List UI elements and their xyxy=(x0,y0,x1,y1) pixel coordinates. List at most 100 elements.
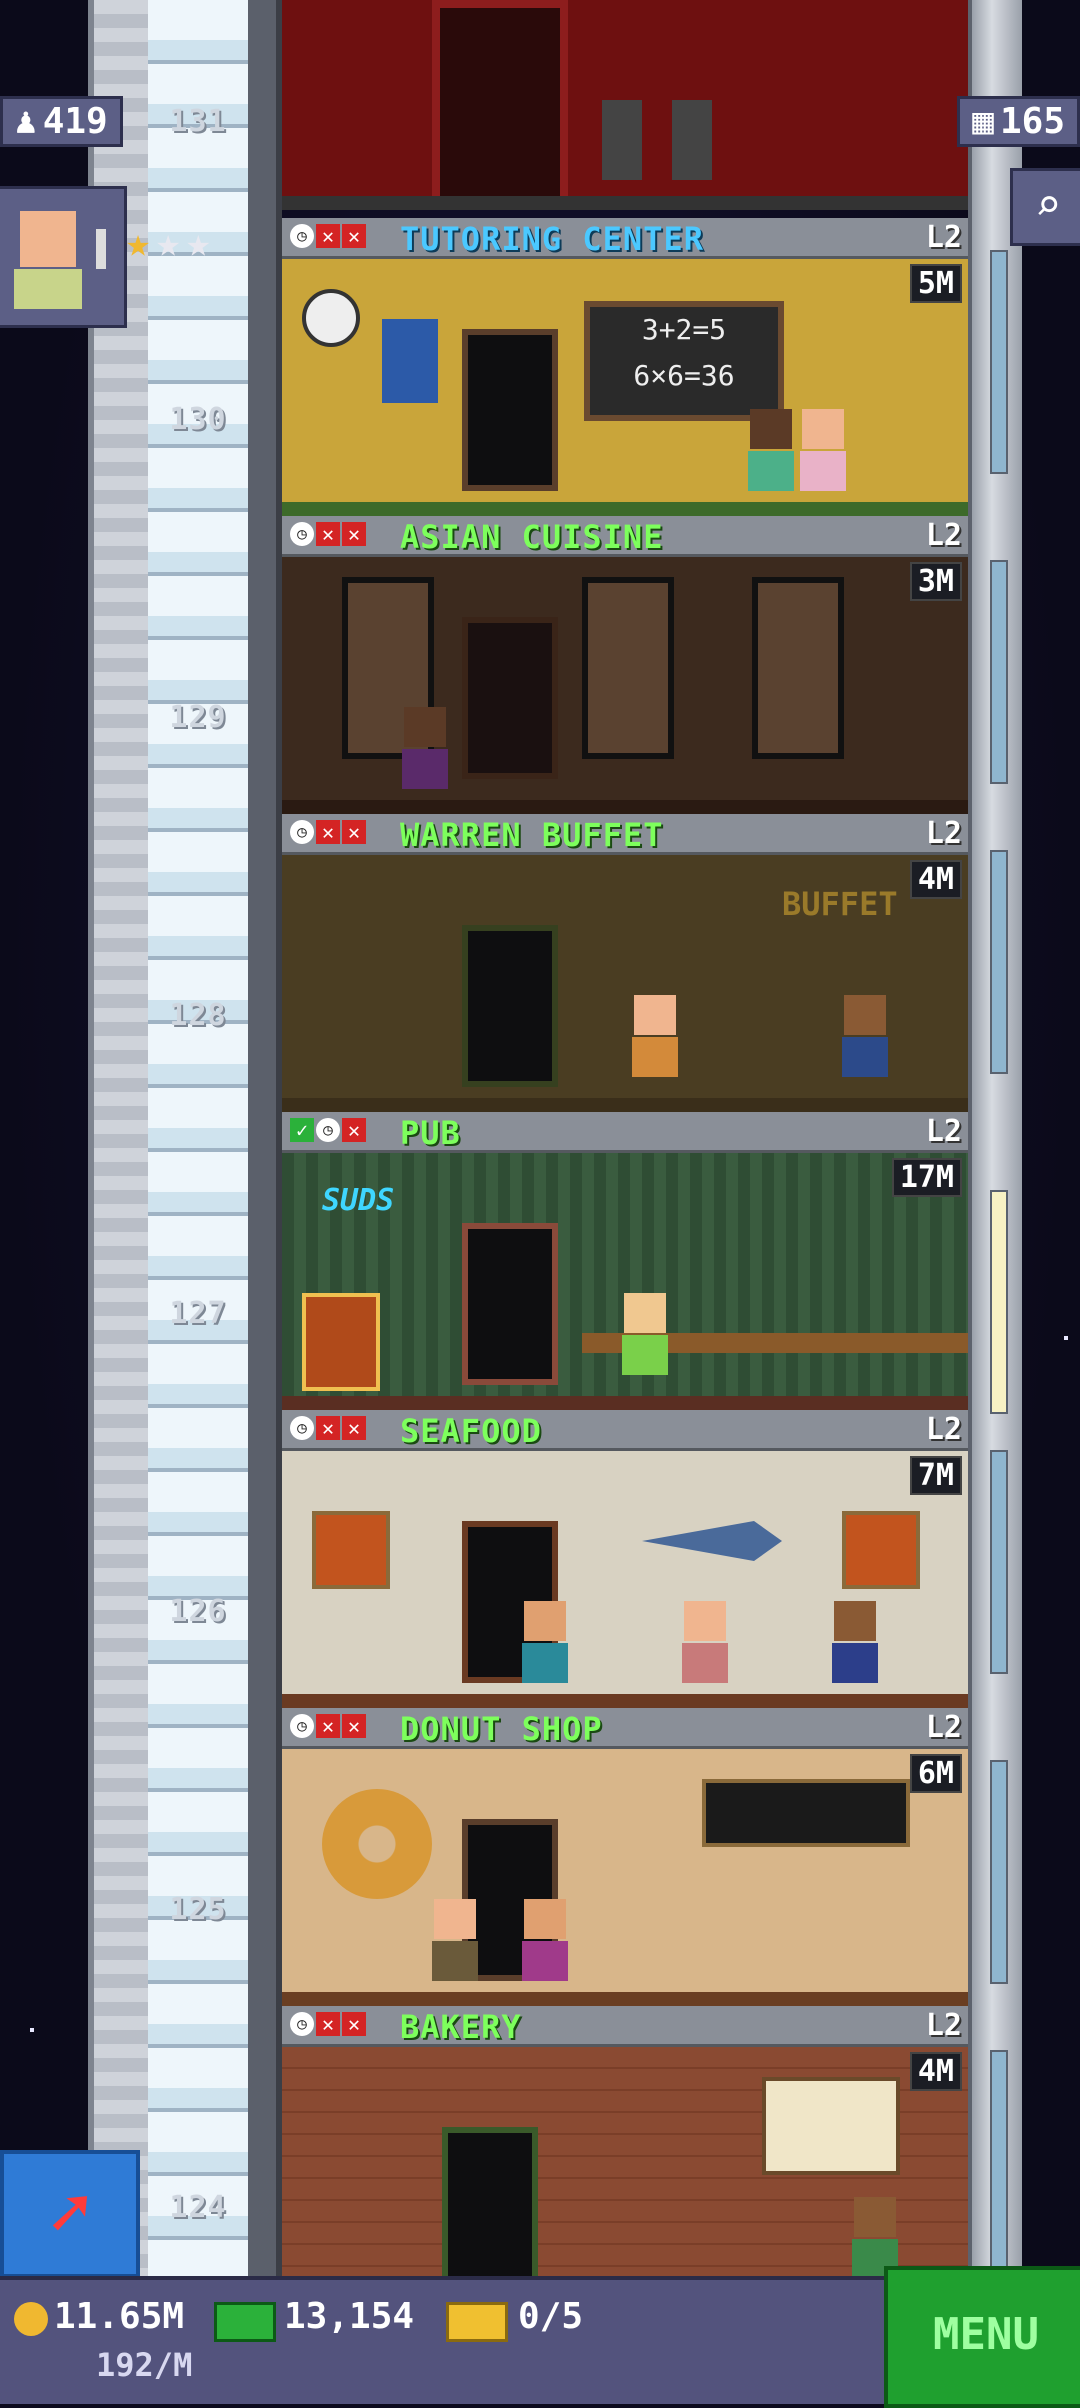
tower-stars: ★ ★ ★ xyxy=(126,220,210,266)
floor-room: 3+2=5 6×6=36 xyxy=(282,259,968,516)
crab-frame xyxy=(842,1511,920,1589)
floor-level: L2 xyxy=(925,1710,962,1745)
lantern xyxy=(672,100,712,180)
magnifier-icon: ⌕ xyxy=(1034,180,1062,231)
person[interactable] xyxy=(832,1601,878,1691)
floor-seafood[interactable]: ◷ ✕ ✕ SEAFOOD L2 7M xyxy=(282,1410,968,1708)
menu-board xyxy=(762,2077,900,2175)
x-icon: ✕ xyxy=(316,1416,340,1440)
x-icon: ✕ xyxy=(342,1714,366,1738)
x-icon: ✕ xyxy=(342,820,366,844)
floor-header: ✓ ◷ ✕ PUB L2 xyxy=(282,1112,968,1153)
marlin-decor xyxy=(642,1521,782,1561)
person[interactable] xyxy=(522,1601,568,1691)
person[interactable] xyxy=(622,1293,668,1383)
x-icon: ✕ xyxy=(316,522,340,546)
status-icons: ◷ ✕ ✕ xyxy=(290,820,366,846)
person[interactable] xyxy=(432,1899,478,1989)
elevator-shaft[interactable] xyxy=(148,0,258,2280)
floor-number-129: 129 xyxy=(169,700,227,735)
floor-header: ◷ ✕ ✕ ASIAN CUISINE L2 xyxy=(282,516,968,557)
floor-level: L2 xyxy=(925,1114,962,1149)
lantern xyxy=(602,100,642,180)
person[interactable] xyxy=(842,995,888,1085)
floor-header: ◷ ✕ ✕ WARREN BUFFET L2 xyxy=(282,814,968,855)
floor-room xyxy=(282,2047,968,2276)
search-button[interactable]: ⌕ xyxy=(1010,168,1080,246)
person[interactable] xyxy=(522,1899,568,1989)
floor-level: L2 xyxy=(925,220,962,255)
alert-icon xyxy=(96,229,106,269)
bux-counter[interactable]: ▦ 165 xyxy=(957,96,1080,147)
bux-value: 165 xyxy=(999,101,1065,142)
person[interactable] xyxy=(800,409,846,499)
star-icon: ★ xyxy=(156,220,181,266)
room-door xyxy=(462,1223,558,1385)
tickets-value: 0/5 xyxy=(518,2296,584,2337)
menu-button[interactable]: MENU xyxy=(884,2266,1080,2408)
floor-name: TUTORING CENTER xyxy=(400,220,704,258)
person[interactable] xyxy=(632,995,678,1085)
floor-room: BUFFET xyxy=(282,855,968,1112)
population-value: 419 xyxy=(42,101,108,142)
ticket-icon xyxy=(446,2302,508,2342)
floor-name: SEAFOOD xyxy=(400,1412,542,1450)
neon-sign: SUDS xyxy=(322,1183,395,1218)
avatar-body xyxy=(14,269,82,309)
person[interactable] xyxy=(748,409,794,499)
status-icons: ◷ ✕ ✕ xyxy=(290,1416,366,1442)
floor-bakery[interactable]: ◷ ✕ ✕ BAKERY L2 4M xyxy=(282,2006,968,2276)
clock-decor xyxy=(302,289,360,347)
poster xyxy=(382,319,438,403)
floor-number-125: 125 xyxy=(169,1892,227,1927)
floor-warren-buffet[interactable]: ◷ ✕ ✕ WARREN BUFFET L2 BUFFET 4M xyxy=(282,814,968,1112)
room-door xyxy=(442,2127,538,2276)
person[interactable] xyxy=(852,2197,898,2276)
floor-number-128: 128 xyxy=(169,998,227,1033)
x-icon: ✕ xyxy=(316,2012,340,2036)
floor-level: L2 xyxy=(925,2008,962,2043)
floor-tutoring-center[interactable]: ◷ ✕ ✕ TUTORING CENTER L2 3+2=5 6×6=36 5M xyxy=(282,218,968,516)
income-badge: 7M xyxy=(909,1456,962,1495)
x-icon: ✕ xyxy=(316,224,340,248)
status-icons: ✓ ◷ ✕ xyxy=(290,1118,366,1144)
floor-donut-shop[interactable]: ◷ ✕ ✕ DONUT SHOP L2 6M xyxy=(282,1708,968,2006)
floor-header: ◷ ✕ ✕ DONUT SHOP L2 xyxy=(282,1708,968,1749)
floor-asian-cuisine[interactable]: ◷ ✕ ✕ ASIAN CUISINE L2 3M xyxy=(282,516,968,814)
clock-icon: ◷ xyxy=(290,2012,314,2036)
raise-elevator-button[interactable]: ➚ xyxy=(0,2150,140,2278)
person-icon: ♟ xyxy=(15,101,37,142)
coin-icon xyxy=(14,2302,48,2336)
floor-level: L2 xyxy=(925,1412,962,1447)
lattice-window xyxy=(582,577,674,759)
x-icon: ✕ xyxy=(316,1714,340,1738)
floor-pub[interactable]: ✓ ◷ ✕ PUB L2 SUDS 17M xyxy=(282,1112,968,1410)
income-badge: 3M xyxy=(909,562,962,601)
population-counter[interactable]: ♟ 419 xyxy=(0,96,123,147)
floor-number-131: 131 xyxy=(169,104,227,139)
arrow-up-right-icon: ➚ xyxy=(48,2172,92,2254)
cash-icon xyxy=(214,2302,276,2342)
clock-icon: ◷ xyxy=(290,1416,314,1440)
check-icon: ✓ xyxy=(290,1118,314,1142)
clock-icon: ◷ xyxy=(290,820,314,844)
x-icon: ✕ xyxy=(342,522,366,546)
floor-number-126: 126 xyxy=(169,1594,227,1629)
floor-131-red-room[interactable] xyxy=(282,0,968,210)
room-door xyxy=(462,925,558,1087)
person[interactable] xyxy=(402,707,448,797)
floor-room xyxy=(282,1749,968,2006)
person[interactable] xyxy=(682,1601,728,1691)
crab-frame xyxy=(312,1511,390,1589)
floor-name: DONUT SHOP xyxy=(400,1710,603,1748)
income-badge: 17M xyxy=(891,1158,962,1197)
floor-name: BAKERY xyxy=(400,2008,522,2046)
clock-icon: ◷ xyxy=(290,522,314,546)
star xyxy=(30,2028,34,2032)
income-badge: 4M xyxy=(909,2052,962,2091)
chalkboard-line: 6×6=36 xyxy=(633,359,735,392)
bitizen-avatar-button[interactable] xyxy=(0,186,127,328)
x-icon: ✕ xyxy=(342,224,366,248)
lattice-window xyxy=(752,577,844,759)
menu-board xyxy=(702,1779,910,1847)
